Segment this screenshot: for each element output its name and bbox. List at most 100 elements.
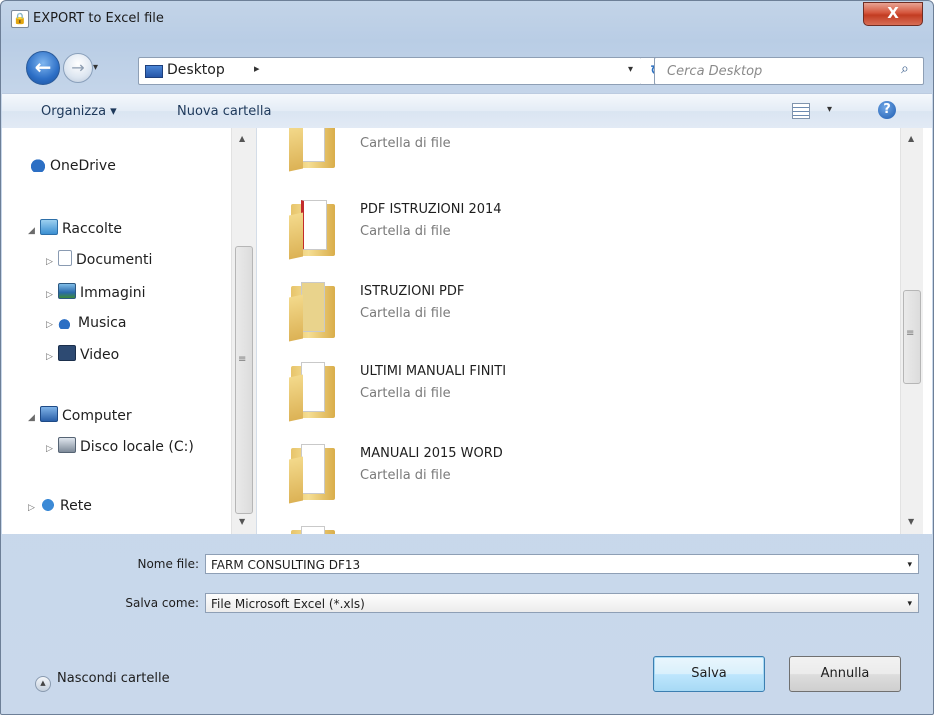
savetype-dropdown[interactable]: ▾ [907, 594, 912, 614]
save-button[interactable]: Salva [653, 656, 765, 692]
nav-label: Immagini [80, 285, 146, 301]
grip-icon: ≡ [906, 328, 915, 339]
desktop-icon [145, 65, 163, 78]
help-icon[interactable]: ? [878, 101, 896, 119]
folder-icon [289, 128, 339, 172]
search-box[interactable]: ⌕ [654, 57, 924, 85]
expand-arrow-icon[interactable]: ◢ [28, 413, 40, 423]
organize-menu[interactable]: Organizza ▾ [41, 104, 117, 119]
library-icon [40, 219, 58, 235]
file-type: Cartella di file [360, 224, 451, 239]
nav-item-images[interactable]: ▷ Immagini [46, 283, 146, 301]
nav-scrollbar[interactable]: ▲ ≡ ▼ [231, 128, 256, 534]
address-bar[interactable]: Desktop ▸ ▾ [138, 57, 642, 85]
hide-folders-label: Nascondi cartelle [57, 671, 170, 686]
expand-arrow-icon[interactable]: ▷ [28, 503, 40, 513]
nav-item-computer[interactable]: ◢ Computer [28, 406, 132, 424]
navigation-pane: OneDrive ◢ Raccolte ▷ Documenti ▷ Immagini … [2, 128, 257, 534]
file-name: ULTIMI MANUALI FINITI [360, 364, 507, 379]
scroll-down-arrow-icon[interactable]: ▼ [239, 517, 245, 526]
nav-item-music[interactable]: ▷ Musica [46, 315, 126, 331]
savetype-label: Salva come: [125, 596, 199, 610]
nav-label: Video [80, 347, 120, 363]
list-item[interactable] [289, 524, 849, 534]
nav-label: Documenti [76, 252, 153, 268]
folder-icon [289, 198, 339, 260]
cloud-icon [30, 158, 46, 172]
scroll-up-arrow-icon[interactable]: ▲ [239, 134, 245, 143]
view-options-dropdown[interactable]: ▾ [827, 104, 832, 115]
folder-icon [289, 524, 339, 534]
expand-arrow-icon[interactable]: ▷ [46, 320, 58, 330]
document-icon [58, 250, 72, 266]
filename-label: Nome file: [137, 557, 199, 571]
file-type: Cartella di file [360, 386, 451, 401]
list-item[interactable]: MANUALI 2015 WORD Cartella di file [289, 442, 849, 512]
expand-arrow-icon[interactable]: ▷ [46, 444, 58, 454]
music-icon [58, 315, 74, 329]
expand-arrow-icon[interactable]: ▷ [46, 290, 58, 300]
file-name: ISTRUZIONI PDF [360, 284, 465, 299]
file-type: Cartella di file [360, 136, 451, 151]
nav-label: Rete [60, 498, 92, 514]
file-type: Cartella di file [360, 306, 451, 321]
address-dropdown[interactable]: ▾ [628, 64, 633, 75]
file-list: Cartella di file PDF ISTRUZIONI 2014 Car… [257, 128, 932, 534]
file-name: MANUALI 2015 WORD [360, 446, 503, 461]
address-location[interactable]: Desktop [167, 62, 225, 78]
expand-arrow-icon[interactable]: ◢ [28, 226, 40, 236]
nav-item-network[interactable]: ▷ Rete [28, 498, 92, 514]
folder-icon [289, 442, 339, 504]
nav-label: OneDrive [50, 158, 116, 174]
filename-dropdown[interactable]: ▾ [907, 555, 912, 575]
nav-label: Disco locale (C:) [80, 439, 194, 455]
disk-icon [58, 437, 76, 453]
file-list-scrollbar[interactable]: ▲ ≡ ▼ [900, 128, 923, 534]
command-bar: Organizza ▾ Nuova cartella ▾ ? [2, 93, 932, 129]
search-icon[interactable]: ⌕ [901, 62, 915, 76]
list-item[interactable]: PDF ISTRUZIONI 2014 Cartella di file [289, 198, 849, 268]
scroll-thumb[interactable] [235, 246, 253, 514]
savetype-select[interactable]: File Microsoft Excel (*.xls) ▾ [205, 593, 919, 613]
nav-label: Computer [62, 408, 132, 424]
list-item[interactable]: ULTIMI MANUALI FINITI Cartella di file [289, 360, 849, 430]
scroll-down-arrow-icon[interactable]: ▼ [908, 517, 914, 526]
filename-field[interactable]: FARM CONSULTING DF13 ▾ [205, 554, 919, 574]
new-folder-button[interactable]: Nuova cartella [177, 104, 271, 119]
back-arrow-icon[interactable]: ← [26, 51, 60, 85]
title-bar[interactable]: 🔒 EXPORT to Excel file X [1, 1, 933, 41]
pictures-icon [58, 283, 76, 299]
filename-value[interactable]: FARM CONSULTING DF13 [211, 558, 360, 572]
savetype-value[interactable]: File Microsoft Excel (*.xls) [211, 597, 365, 611]
file-name: PDF ISTRUZIONI 2014 [360, 202, 502, 217]
view-options-icon[interactable] [792, 103, 810, 119]
nav-label: Musica [78, 315, 127, 331]
save-dialog-window: 🔒 EXPORT to Excel file X ← → ▾ Desktop ▸… [0, 0, 934, 715]
scroll-up-arrow-icon[interactable]: ▲ [908, 134, 914, 143]
nav-item-video[interactable]: ▷ Video [46, 345, 119, 363]
expand-arrow-icon[interactable]: ▷ [46, 257, 58, 267]
nav-item-libraries[interactable]: ◢ Raccolte [28, 219, 122, 237]
video-icon [58, 345, 76, 361]
nav-item-documents[interactable]: ▷ Documenti [46, 250, 152, 268]
grip-icon: ≡ [238, 354, 247, 365]
expand-arrow-icon[interactable]: ▷ [46, 352, 58, 362]
hide-folders-button[interactable]: ▲ Nascondi cartelle [35, 671, 170, 692]
file-type: Cartella di file [360, 468, 451, 483]
lock-icon: 🔒 [11, 10, 29, 28]
search-input[interactable] [665, 61, 889, 81]
list-item[interactable]: Cartella di file [289, 128, 849, 180]
folder-icon [289, 280, 339, 342]
forward-arrow-icon[interactable]: → [63, 53, 93, 83]
nav-item-local-disk[interactable]: ▷ Disco locale (C:) [46, 437, 194, 455]
nav-item-onedrive[interactable]: OneDrive [30, 158, 116, 174]
network-icon [40, 498, 56, 512]
close-button[interactable]: X [863, 2, 923, 26]
computer-icon [40, 406, 58, 422]
list-item[interactable]: ISTRUZIONI PDF Cartella di file [289, 280, 849, 350]
breadcrumb-separator[interactable]: ▸ [254, 62, 260, 75]
cancel-button[interactable]: Annulla [789, 656, 901, 692]
recent-locations-dropdown[interactable]: ▾ [93, 62, 98, 73]
folder-icon [289, 360, 339, 422]
chevron-up-icon: ▲ [35, 676, 51, 692]
